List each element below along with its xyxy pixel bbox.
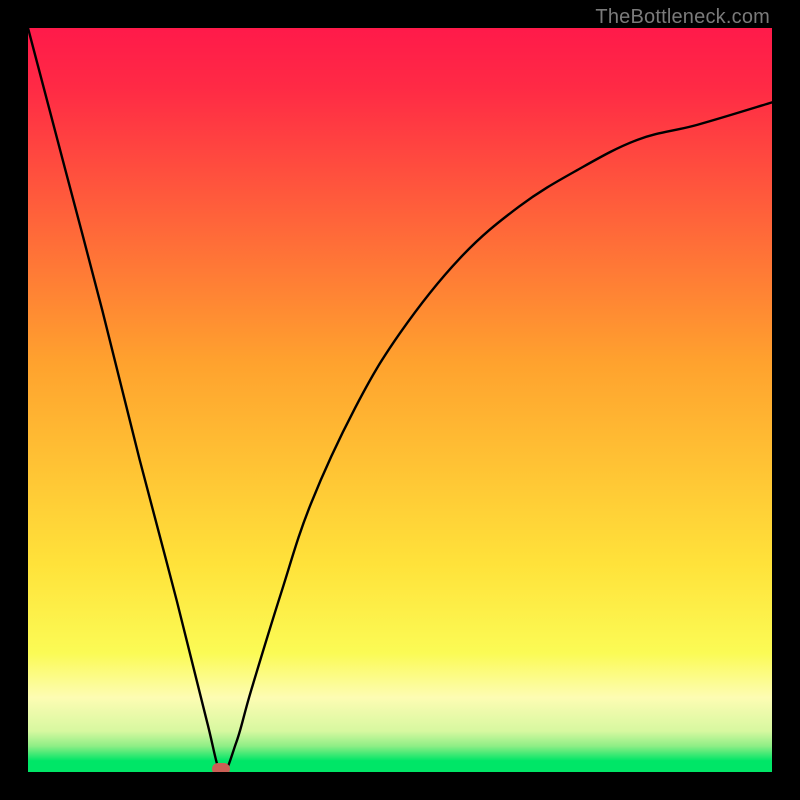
minimum-marker [212, 763, 230, 772]
bottleneck-curve [28, 28, 772, 772]
watermark-text: TheBottleneck.com [595, 6, 770, 29]
plot-area [28, 28, 772, 772]
chart-frame: TheBottleneck.com [0, 0, 800, 800]
